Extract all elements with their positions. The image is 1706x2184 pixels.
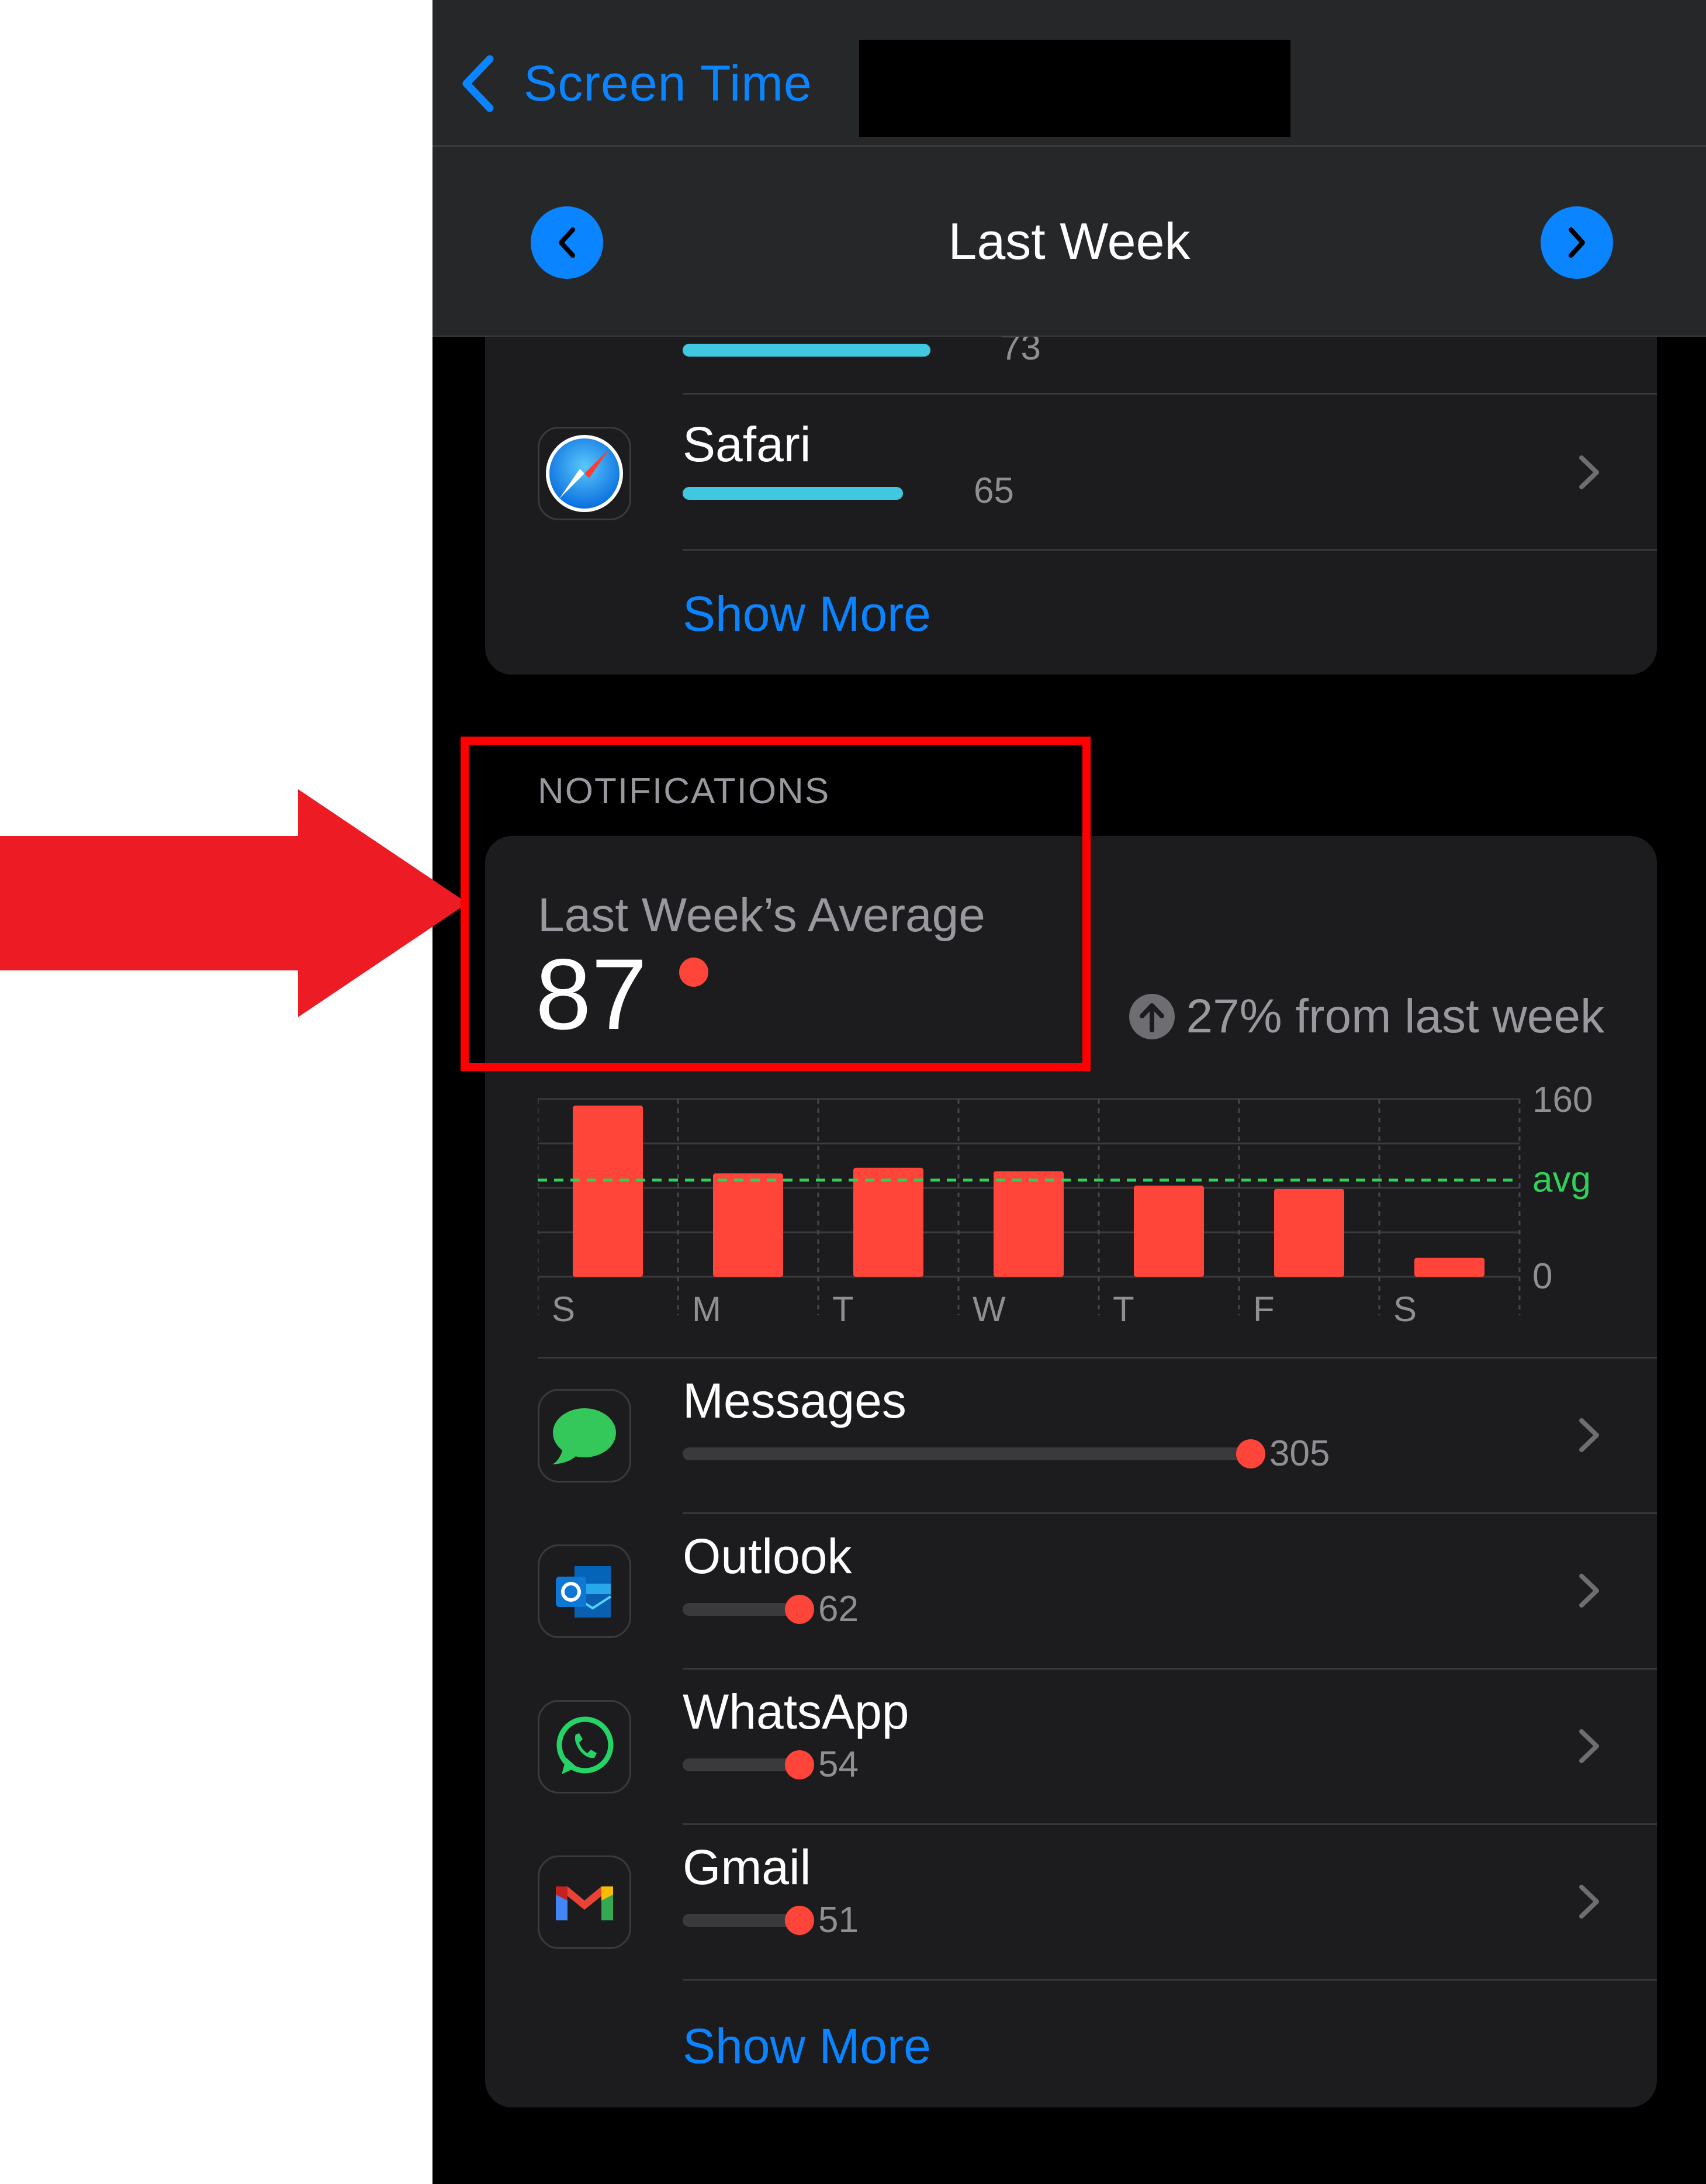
usage-dot bbox=[785, 1595, 814, 1624]
x-tick-label: T bbox=[832, 1290, 854, 1329]
back-button-label: Screen Time bbox=[524, 55, 812, 112]
usage-track bbox=[683, 1914, 800, 1927]
change-text: 27% from last week bbox=[1186, 990, 1605, 1043]
chevron-right-icon bbox=[1579, 1885, 1599, 1919]
average-label-text: avg bbox=[1532, 1160, 1591, 1200]
divider bbox=[683, 1979, 1657, 1981]
show-more-link[interactable]: Show More bbox=[683, 2017, 931, 2075]
chevron-right-icon bbox=[1579, 455, 1599, 489]
arrow-up-circle-icon bbox=[1129, 994, 1175, 1039]
x-tick-label: F bbox=[1253, 1290, 1275, 1329]
y-tick-label: 160 bbox=[1532, 1080, 1593, 1120]
list-item-gmail[interactable]: Gmail 51 bbox=[485, 1825, 1657, 1981]
x-tick-label: S bbox=[552, 1290, 575, 1329]
usage-bar bbox=[683, 487, 903, 500]
app-name: Outlook bbox=[683, 1529, 852, 1584]
safari-icon bbox=[538, 427, 631, 520]
annotation-highlight-box bbox=[461, 737, 1091, 1071]
usage-track bbox=[683, 1603, 800, 1616]
app-name: Safari bbox=[683, 417, 811, 472]
usage-count: 62 bbox=[818, 1589, 859, 1629]
list-item-safari[interactable]: Safari 65 bbox=[485, 395, 1657, 551]
period-title: Last Week bbox=[948, 212, 1191, 270]
notifications-chart: avg 160 0 S M T W T F S bbox=[538, 1080, 1593, 1329]
app-name: WhatsApp bbox=[683, 1684, 909, 1739]
usage-dot bbox=[785, 1750, 814, 1779]
usage-dot bbox=[785, 1906, 814, 1935]
gmail-icon bbox=[538, 1855, 631, 1949]
list-item-whatsapp[interactable]: WhatsApp 54 bbox=[485, 1670, 1657, 1825]
whatsapp-icon bbox=[538, 1700, 631, 1793]
chart-bar-5 bbox=[1274, 1188, 1344, 1277]
x-tick-label: S bbox=[1393, 1290, 1417, 1329]
chevron-right-icon bbox=[1579, 1574, 1599, 1608]
next-week-button[interactable] bbox=[1541, 206, 1613, 279]
divider bbox=[432, 145, 1706, 147]
x-tick-label: T bbox=[1113, 1290, 1134, 1329]
weekly-change: 27% from last week bbox=[1128, 989, 1605, 1044]
messages-icon bbox=[538, 1389, 631, 1483]
x-tick-label: W bbox=[973, 1290, 1006, 1329]
x-tick-label: M bbox=[692, 1290, 721, 1329]
back-button[interactable]: Screen Time bbox=[461, 51, 812, 116]
usage-track bbox=[683, 1758, 800, 1771]
divider bbox=[683, 549, 1657, 551]
chart-bar-4 bbox=[1134, 1186, 1204, 1277]
usage-count: 65 bbox=[974, 471, 1014, 511]
usage-count: 51 bbox=[818, 1900, 859, 1940]
chart-bar-2 bbox=[853, 1167, 923, 1277]
y-tick-label: 0 bbox=[1532, 1256, 1552, 1297]
chart-bar-0 bbox=[573, 1105, 643, 1277]
chevron-right-icon bbox=[1579, 1418, 1599, 1452]
redacted-block bbox=[859, 40, 1290, 137]
chart-bar-3 bbox=[994, 1171, 1064, 1277]
outlook-icon bbox=[538, 1544, 631, 1638]
app-name: Messages bbox=[683, 1373, 906, 1428]
chevron-right-icon bbox=[1579, 1729, 1599, 1763]
usage-track bbox=[683, 1447, 1251, 1460]
usage-bar bbox=[683, 344, 930, 357]
list-item-outlook[interactable]: Outlook 62 bbox=[485, 1514, 1657, 1670]
list-item-messages[interactable]: Messages 305 bbox=[485, 1359, 1657, 1514]
usage-count: 54 bbox=[818, 1744, 859, 1785]
chevron-left-icon bbox=[462, 55, 494, 112]
chart-bar-1 bbox=[713, 1173, 783, 1277]
chevron-right-icon bbox=[1569, 227, 1585, 258]
usage-count: 305 bbox=[1269, 1433, 1330, 1474]
annotation-arrow-icon bbox=[0, 789, 468, 1017]
usage-dot bbox=[1236, 1439, 1265, 1468]
app-name: Gmail bbox=[683, 1840, 811, 1895]
phone-screen: Screen Time Last Week 73 Safari 65 Show … bbox=[432, 0, 1706, 2184]
chart-bar-6 bbox=[1414, 1257, 1484, 1277]
show-more-link[interactable]: Show More bbox=[683, 585, 931, 643]
navigation-bar: Screen Time Last Week bbox=[432, 0, 1706, 337]
